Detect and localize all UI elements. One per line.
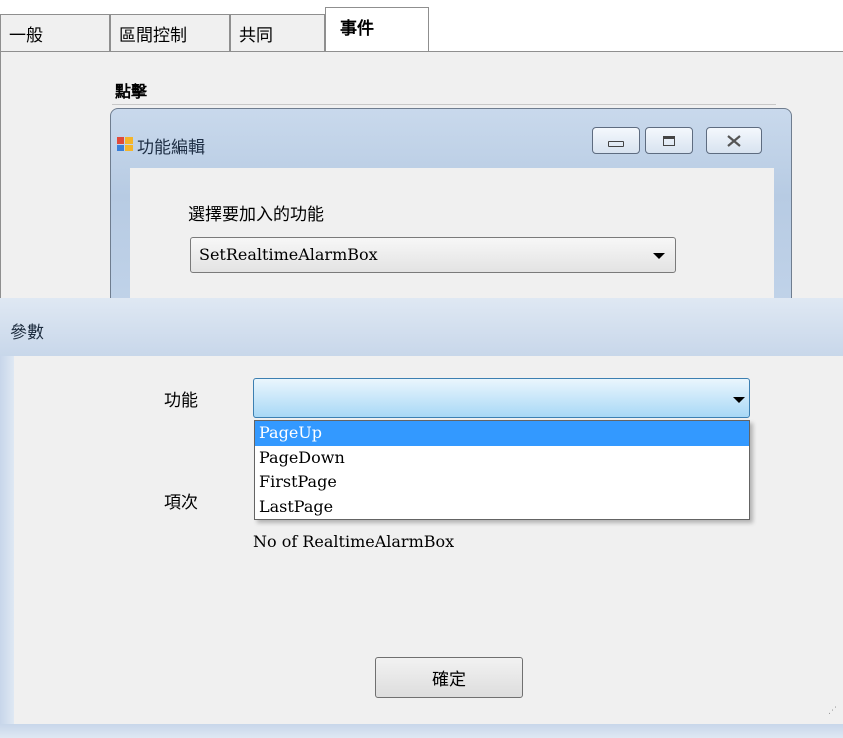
function-select[interactable]: SetRealtimeAlarmBox bbox=[190, 237, 676, 273]
function-prompt-label: 選擇要加入的功能 bbox=[188, 205, 324, 225]
app-window-icon bbox=[117, 137, 133, 151]
click-section-label: 點擊 bbox=[115, 82, 148, 101]
ok-button-label: 確定 bbox=[432, 670, 466, 690]
item-note: No of RealtimeAlarmBox bbox=[253, 532, 455, 551]
function-editor-title: 功能編輯 bbox=[137, 138, 205, 158]
maximize-button[interactable] bbox=[645, 127, 693, 154]
function-dropdown-list: PageUp PageDown FirstPage LastPage bbox=[254, 420, 750, 520]
chevron-down-icon bbox=[653, 253, 665, 259]
tab-label: 區間控制 bbox=[119, 26, 187, 46]
tab-common[interactable]: 共同 bbox=[230, 14, 325, 52]
maximize-icon bbox=[663, 135, 675, 146]
tab-label: 事件 bbox=[340, 19, 374, 39]
dropdown-option-lastpage[interactable]: LastPage bbox=[255, 495, 749, 520]
tab-general[interactable]: 一般 bbox=[0, 14, 110, 52]
tab-range-control[interactable]: 區間控制 bbox=[110, 14, 230, 52]
ok-button[interactable]: 確定 bbox=[375, 657, 523, 698]
tab-events[interactable]: 事件 bbox=[325, 7, 429, 53]
function-label: 功能 bbox=[164, 391, 198, 411]
minimize-icon bbox=[608, 140, 624, 147]
function-select-value: SetRealtimeAlarmBox bbox=[199, 245, 378, 264]
function-dropdown[interactable] bbox=[253, 378, 750, 418]
window-border-bottom bbox=[0, 724, 843, 738]
minimize-button[interactable] bbox=[592, 127, 640, 154]
parameters-title: 參數 bbox=[10, 323, 44, 343]
section-divider bbox=[112, 104, 776, 105]
resize-grip-icon[interactable]: ⋰ bbox=[828, 706, 838, 718]
close-icon bbox=[727, 134, 741, 147]
dropdown-option-pagedown[interactable]: PageDown bbox=[255, 446, 749, 471]
window-border-left bbox=[0, 356, 14, 730]
chevron-down-icon bbox=[733, 397, 745, 403]
close-button[interactable] bbox=[706, 127, 762, 154]
tab-label: 一般 bbox=[9, 26, 43, 46]
parameters-titlebar bbox=[0, 298, 843, 356]
dropdown-option-firstpage[interactable]: FirstPage bbox=[255, 470, 749, 495]
item-label: 項次 bbox=[164, 493, 198, 513]
tab-label: 共同 bbox=[239, 26, 273, 46]
dropdown-option-pageup[interactable]: PageUp bbox=[255, 421, 749, 446]
